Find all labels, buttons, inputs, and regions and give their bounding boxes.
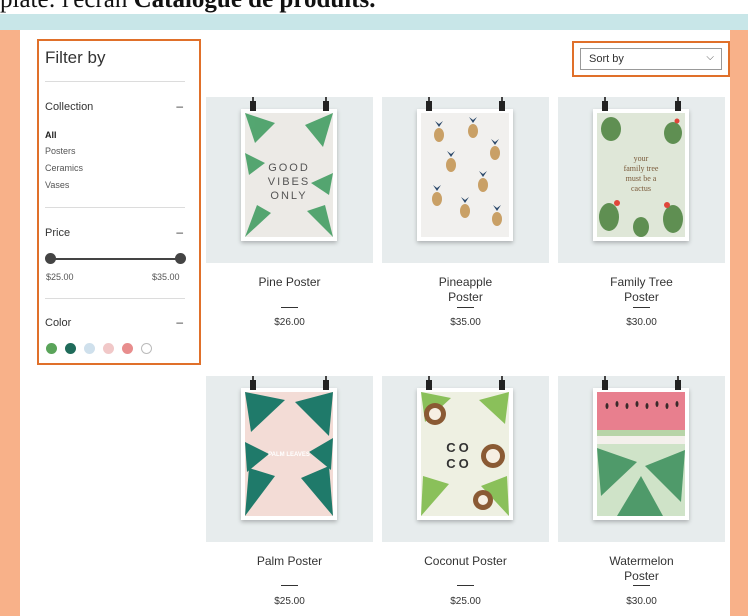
product-name[interactable]: Watermelon Poster — [558, 554, 725, 584]
poster-text: VIBES — [268, 176, 310, 188]
pineapple-poster-art — [421, 113, 509, 237]
color-heading[interactable]: Color — [45, 317, 71, 329]
product-image[interactable] — [382, 97, 549, 263]
product-image[interactable]: PALM LEAVES — [206, 376, 373, 542]
price-slider-min-handle[interactable] — [45, 253, 56, 264]
poster-clip — [250, 380, 256, 390]
poster-clip — [250, 101, 256, 111]
divider — [45, 81, 185, 82]
filter-title: Filter by — [45, 48, 106, 67]
caption-bold: Catalogue de produits. — [134, 0, 376, 13]
poster-clip — [499, 101, 505, 111]
watermelon-poster-art — [597, 392, 685, 516]
filter-sidebar: Filter by Collection – All Posters Ceram… — [37, 39, 201, 365]
divider — [45, 207, 185, 208]
product-name[interactable]: Pine Poster — [206, 275, 373, 290]
color-swatch-dark-green[interactable] — [65, 343, 76, 354]
collection-item-all[interactable]: All — [45, 130, 57, 140]
product-name[interactable]: Family Tree Poster — [558, 275, 725, 305]
collection-item-posters[interactable]: Posters — [45, 146, 76, 156]
product-price: $30.00 — [626, 596, 657, 607]
color-swatch-light-blue[interactable] — [84, 343, 95, 354]
divider — [45, 298, 185, 299]
product-name[interactable]: Pineapple Poster — [382, 275, 549, 305]
poster-image: GOOD VIBES ONLY — [241, 109, 337, 241]
poster-text: your — [634, 154, 649, 163]
poster-text: ONLY — [270, 190, 307, 202]
palm-poster-art: PALM LEAVES — [245, 392, 333, 516]
caption-text: plate: l'écran Catalogue de produits. — [0, 0, 376, 14]
sort-label: Sort by — [589, 53, 624, 65]
sort-container: Sort by ⌵ — [572, 41, 730, 77]
teal-banner — [0, 14, 748, 30]
product-image[interactable]: GOOD VIBES ONLY — [206, 97, 373, 263]
price-slider-track[interactable] — [49, 258, 181, 260]
color-swatch-white[interactable] — [141, 343, 152, 354]
product-image[interactable]: your family tree must be a cactus — [558, 97, 725, 263]
poster-clip — [426, 101, 432, 111]
poster-clip — [675, 380, 681, 390]
product-name[interactable]: Coconut Poster — [382, 554, 549, 569]
poster-clip — [323, 380, 329, 390]
poster-text: CO — [446, 440, 472, 455]
product-price: $26.00 — [274, 317, 305, 328]
collection-collapse-icon[interactable]: – — [176, 99, 183, 113]
poster-text: CO — [446, 456, 472, 471]
color-swatch-pink[interactable] — [122, 343, 133, 354]
product-price: $30.00 — [626, 317, 657, 328]
poster-clip — [602, 101, 608, 111]
divider — [633, 307, 650, 308]
product-price: $35.00 — [450, 317, 481, 328]
pine-poster-art: GOOD VIBES ONLY — [245, 113, 333, 237]
price-collapse-icon[interactable]: – — [176, 225, 183, 239]
caption-lead: l'écran — [62, 0, 134, 13]
divider — [633, 585, 650, 586]
price-slider-max-handle[interactable] — [175, 253, 186, 264]
divider — [457, 585, 474, 586]
color-swatch-green[interactable] — [46, 343, 57, 354]
poster-text: PALM LEAVES — [268, 452, 310, 458]
family-tree-poster-art: your family tree must be a cactus — [597, 113, 685, 237]
poster-text: family tree — [624, 164, 659, 173]
color-collapse-icon[interactable]: – — [176, 315, 183, 329]
chevron-down-icon: ⌵ — [706, 52, 714, 63]
divider — [457, 307, 474, 308]
poster-image: your family tree must be a cactus — [593, 109, 689, 241]
poster-clip — [602, 380, 608, 390]
price-heading[interactable]: Price — [45, 227, 70, 239]
product-price: $25.00 — [274, 596, 305, 607]
poster-image — [593, 388, 689, 520]
coconut-poster-art: CO CO — [421, 392, 509, 516]
poster-text: must be a — [626, 174, 657, 183]
poster-text: GOOD — [268, 162, 310, 174]
product-name[interactable]: Palm Poster — [206, 554, 373, 569]
product-image[interactable]: CO CO — [382, 376, 549, 542]
poster-clip — [323, 101, 329, 111]
caption-prefix: plate: — [0, 0, 62, 13]
poster-image: PALM LEAVES — [241, 388, 337, 520]
poster-image — [417, 109, 513, 241]
poster-clip — [426, 380, 432, 390]
price-max-label: $35.00 — [152, 272, 180, 282]
collection-heading[interactable]: Collection — [45, 101, 93, 113]
poster-clip — [499, 380, 505, 390]
collection-item-vases[interactable]: Vases — [45, 180, 69, 190]
collection-item-ceramics[interactable]: Ceramics — [45, 163, 83, 173]
poster-clip — [675, 101, 681, 111]
color-swatch-light-pink[interactable] — [103, 343, 114, 354]
sort-select[interactable]: Sort by ⌵ — [580, 48, 722, 70]
product-image[interactable] — [558, 376, 725, 542]
poster-image: CO CO — [417, 388, 513, 520]
poster-text: cactus — [631, 184, 651, 193]
product-price: $25.00 — [450, 596, 481, 607]
divider — [281, 585, 298, 586]
divider — [281, 307, 298, 308]
price-min-label: $25.00 — [46, 272, 74, 282]
